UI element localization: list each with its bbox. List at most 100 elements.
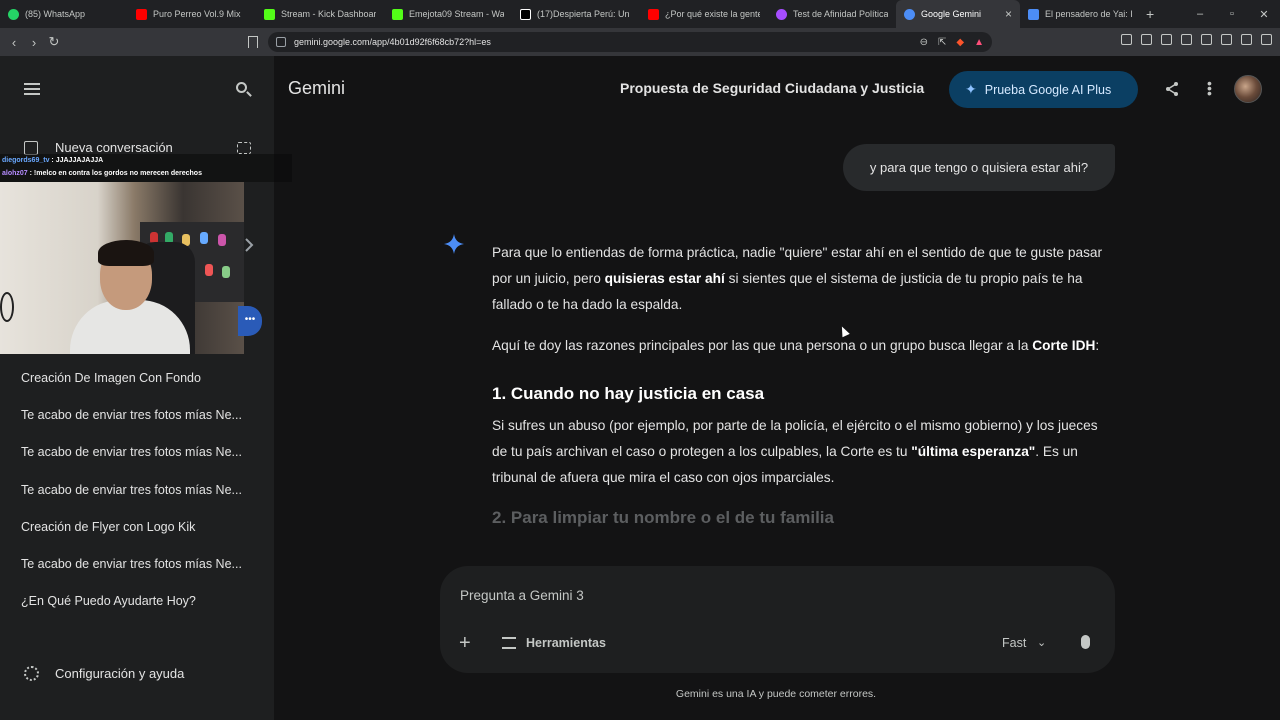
model-selector[interactable]: Fast: [1002, 636, 1026, 650]
webcam-figure: [222, 266, 230, 278]
url-text: gemini.google.com/app/4b01d92f6f68cb72?h…: [294, 37, 491, 47]
gemini-sparkle-icon: [444, 234, 464, 254]
more-vert-icon[interactable]: • • •: [1207, 76, 1212, 100]
tab-tiktok[interactable]: (17)Despierta Perú: Un Llan: [512, 0, 640, 28]
temporary-chat-icon[interactable]: [237, 142, 251, 154]
youtube-icon: [648, 8, 659, 20]
share-icon[interactable]: [1164, 81, 1180, 97]
kick-icon: [264, 8, 275, 20]
site-info-icon[interactable]: [276, 37, 286, 47]
webcam-door-handle: [0, 292, 14, 322]
search-icon[interactable]: [236, 82, 247, 93]
tools-label: Herramientas: [526, 636, 606, 650]
bookmark-icon[interactable]: [248, 36, 258, 48]
response-bold-text: Corte IDH: [1032, 338, 1096, 353]
browser-tab-strip: (85) WhatsApp Puro Perreo Vol.9 Mix Stre…: [0, 0, 1280, 28]
sidebar-toggle-icon[interactable]: [1181, 34, 1192, 45]
prompt-composer: Pregunta a Gemini 3 + Herramientas Fast …: [440, 566, 1115, 673]
maximize-icon[interactable]: ▫: [1216, 8, 1248, 20]
extensions-bar: [1121, 34, 1272, 45]
webcam-figure: [205, 264, 213, 276]
leo-icon[interactable]: [1221, 34, 1232, 45]
close-tab-icon[interactable]: ×: [999, 7, 1012, 21]
recent-chat-item[interactable]: Te acabo de enviar tres fotos mías Ne...: [0, 472, 274, 509]
whatsapp-icon: [8, 8, 19, 20]
recent-chats-list: Elecciones Perú 2026: Voto Informado Cre…: [0, 342, 274, 620]
tab-youtube-video[interactable]: ¿Por qué existe la gente e: [640, 0, 768, 28]
zoom-icon[interactable]: ⊖: [920, 37, 928, 48]
music-icon[interactable]: [1161, 34, 1172, 45]
tiktok-icon: [520, 8, 531, 20]
edit-icon: [24, 140, 38, 155]
user-message: y para que tengo o quisiera estar ahi?: [843, 144, 1115, 191]
response-text: :: [1095, 338, 1100, 353]
stream-chat-line: diegords69_tv : JJAJJAJAJJA: [2, 154, 292, 167]
wallet-icon[interactable]: [1201, 34, 1212, 45]
response-paragraph: Para que lo entiendas de forma práctica,…: [492, 240, 1107, 318]
recent-chat-item[interactable]: Creación de Flyer con Logo Kik: [0, 509, 274, 546]
back-icon[interactable]: ‹: [4, 35, 24, 50]
tab-youtube-music[interactable]: Puro Perreo Vol.9 Mix: [128, 0, 256, 28]
tab-blog[interactable]: El pensadero de Yai: Image: [1020, 0, 1140, 28]
avatar[interactable]: [1234, 75, 1262, 103]
close-window-icon[interactable]: ✕: [1248, 8, 1280, 21]
webcam-figure: [218, 234, 226, 246]
tools-icon: [502, 637, 516, 649]
recent-chat-item[interactable]: Te acabo de enviar tres fotos mías Ne...: [0, 434, 274, 471]
browser-toolbar: ‹ › ↻ gemini.google.com/app/4b01d92f6f68…: [0, 28, 1280, 56]
brave-shield-icon[interactable]: ◆: [956, 37, 964, 48]
extension-icon[interactable]: [1121, 34, 1132, 45]
model-response: Para que lo entiendas de forma práctica,…: [492, 240, 1107, 530]
tab-google-gemini[interactable]: Google Gemini ×: [896, 0, 1020, 28]
recent-chat-item[interactable]: ¿En Qué Puedo Ayudarte Hoy?: [0, 583, 274, 620]
site-icon: [776, 8, 787, 20]
chevron-right-icon: [245, 238, 254, 252]
response-heading: 1. Cuando no hay justicia en casa: [492, 384, 765, 403]
share-page-icon[interactable]: ⇱: [938, 37, 946, 48]
webcam-person-hair: [98, 240, 154, 266]
minimize-icon[interactable]: –: [1184, 8, 1216, 20]
youtube-icon: [136, 8, 147, 20]
new-chat-label: Nueva conversación: [55, 140, 173, 155]
forward-icon[interactable]: ›: [24, 35, 44, 50]
response-text: Aquí te doy las razones principales por …: [492, 338, 1033, 353]
address-bar[interactable]: gemini.google.com/app/4b01d92f6f68cb72?h…: [268, 32, 992, 52]
recent-chat-item[interactable]: Te acabo de enviar tres fotos mías Ne...: [0, 546, 274, 583]
tab-kick-stream[interactable]: Emejota09 Stream - Watch: [384, 0, 512, 28]
stream-chat-overlay: diegords69_tv : JJAJJAJAJJA alohz07 : !m…: [0, 154, 292, 182]
new-chat-button[interactable]: Nueva conversación: [24, 140, 173, 155]
gemini-icon: [904, 8, 915, 20]
response-paragraph: Aquí te doy las razones principales por …: [492, 333, 1107, 359]
extension-icon[interactable]: [1141, 34, 1152, 45]
menu-icon[interactable]: [1261, 34, 1272, 45]
chevron-down-icon[interactable]: ⌄: [1037, 636, 1046, 649]
chat-message: !melco en contra los gordos no merecen d…: [33, 170, 202, 177]
window-controls: – ▫ ✕: [1184, 0, 1280, 28]
gear-icon: [24, 666, 39, 681]
upgrade-plan-button[interactable]: ✦ Prueba Google AI Plus: [949, 71, 1138, 108]
settings-help-button[interactable]: Configuración y ayuda: [24, 666, 184, 681]
vpn-icon[interactable]: [1241, 34, 1252, 45]
new-tab-icon[interactable]: +: [1146, 6, 1154, 22]
response-heading-faded: 2. Para limpiar tu nombre o el de tu fam…: [492, 508, 834, 527]
add-attachment-icon[interactable]: +: [459, 632, 471, 655]
disclaimer-text: Gemini es una IA y puede cometer errores…: [675, 688, 877, 700]
hamburger-menu-icon[interactable]: [24, 83, 40, 95]
tab-whatsapp[interactable]: (85) WhatsApp: [0, 0, 128, 28]
recent-chat-item[interactable]: Te acabo de enviar tres fotos mías Ne...: [0, 397, 274, 434]
app-title[interactable]: Gemini: [288, 78, 345, 99]
rewards-icon[interactable]: ▲: [974, 37, 984, 48]
chat-username: alohz07: [2, 170, 28, 177]
reload-icon[interactable]: ↻: [44, 34, 64, 50]
response-bold-text: quisieras estar ahí: [604, 271, 725, 286]
conversation-title[interactable]: Propuesta de Seguridad Ciudadana y Justi…: [620, 80, 924, 96]
microphone-icon[interactable]: [1081, 635, 1090, 649]
tab-political-test[interactable]: Test de Afinidad Política -: [768, 0, 896, 28]
response-paragraph: Si sufres un abuso (por ejemplo, por par…: [492, 413, 1107, 491]
tools-button[interactable]: Herramientas: [502, 636, 606, 650]
recent-chat-item[interactable]: Creación De Imagen Con Fondo: [0, 360, 274, 397]
prompt-input[interactable]: Pregunta a Gemini 3: [460, 588, 584, 603]
chat-message: JJAJJAJAJJA: [55, 157, 104, 164]
tab-kick-dashboard[interactable]: Stream - Kick Dashboard: [256, 0, 384, 28]
webcam-overlay: [0, 182, 244, 354]
